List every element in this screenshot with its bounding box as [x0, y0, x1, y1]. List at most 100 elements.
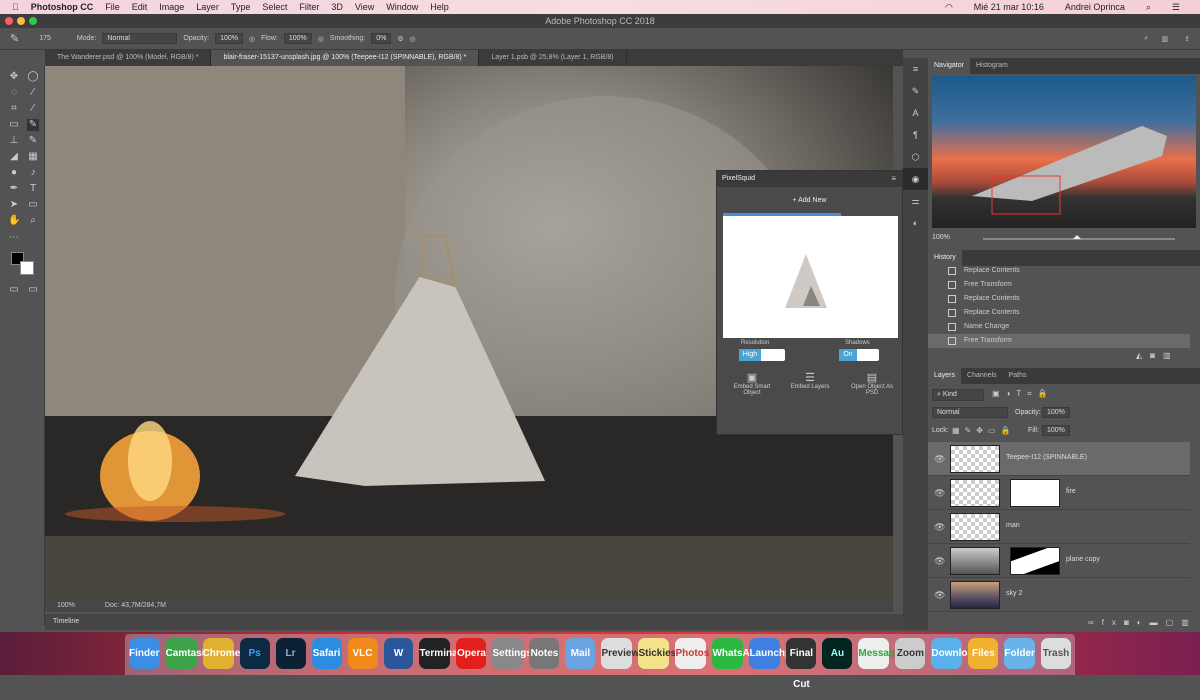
- menu-3d[interactable]: 3D: [331, 2, 343, 12]
- dock-downloads[interactable]: Downloads: [931, 638, 985, 669]
- layer-row[interactable]: 👁 plane copy: [928, 544, 1190, 578]
- panel-menu-icon[interactable]: ≡: [891, 174, 896, 183]
- path-select-icon[interactable]: ➤: [8, 199, 20, 211]
- tab-histogram[interactable]: Histogram: [970, 58, 1014, 74]
- brush-tool-icon[interactable]: ✎: [10, 32, 19, 45]
- add-mask-icon[interactable]: ◙: [1124, 618, 1137, 627]
- history-item-selected[interactable]: Free Transform: [928, 334, 1190, 348]
- blend-mode-select[interactable]: Normal: [932, 407, 1008, 418]
- wifi-icon[interactable]: ◠: [945, 2, 953, 13]
- paragraph-icon[interactable]: ¶: [903, 124, 928, 146]
- tab-navigator[interactable]: Navigator: [928, 58, 970, 74]
- layer-mask[interactable]: [1010, 479, 1060, 507]
- tab-layer1[interactable]: Layer 1.psb @ 25,8% (Layer 1, RGB/8): [479, 50, 627, 66]
- dock-mail[interactable]: Mail: [565, 638, 596, 669]
- dock-whatsapp[interactable]: WhatsApp: [712, 638, 762, 669]
- rectangle-icon[interactable]: ▭: [27, 199, 39, 211]
- ellipse-marquee-icon[interactable]: ◯: [27, 71, 39, 83]
- dock-notes[interactable]: Notes: [529, 638, 560, 669]
- user-name[interactable]: Andrei Oprinca: [1065, 2, 1125, 12]
- pressure-opacity-icon[interactable]: ◎: [249, 35, 255, 43]
- embed-smart-object-button[interactable]: ▣ Embed Smart Object: [727, 371, 777, 396]
- adjustment-icon[interactable]: ◐: [1137, 618, 1150, 627]
- brush-settings-icon[interactable]: ✎: [903, 80, 928, 102]
- dock-safari[interactable]: Safari: [311, 638, 342, 669]
- navigator-zoom-slider[interactable]: [983, 235, 1175, 240]
- history-item[interactable]: Free Transform: [928, 278, 1190, 292]
- dock-messages[interactable]: Messages: [858, 638, 906, 669]
- dock-photos[interactable]: Photos: [675, 638, 709, 669]
- minimize-button[interactable]: [17, 17, 25, 25]
- layer-row[interactable]: 👁 Teepee-I12 (SPINNABLE): [928, 442, 1190, 476]
- visibility-eye-icon[interactable]: 👁: [934, 556, 945, 567]
- tab-wanderer[interactable]: The Wanderer.psd @ 100% (Model, RGB/8) *: [45, 50, 212, 66]
- dock-finder[interactable]: Finder: [129, 638, 160, 669]
- dock-word[interactable]: W: [383, 638, 414, 669]
- opacity-field[interactable]: 100%: [215, 33, 243, 44]
- background-color[interactable]: [20, 261, 34, 275]
- zoom-button[interactable]: [29, 17, 37, 25]
- dock-folder[interactable]: Folder: [1004, 638, 1035, 669]
- navigator-zoom[interactable]: 100%: [932, 234, 950, 241]
- pen-icon[interactable]: ✒: [8, 183, 20, 195]
- tab-blair-fraser[interactable]: blair-fraser-15137-unsplash.jpg @ 100% (…: [211, 50, 480, 66]
- dock-terminal[interactable]: Terminal: [419, 638, 460, 669]
- eraser-icon[interactable]: ◢: [8, 151, 20, 163]
- search-icon[interactable]: ⌕: [1144, 35, 1148, 43]
- dock-launchpad[interactable]: Launchpad: [749, 638, 803, 669]
- lock-icons[interactable]: ▦✎✥▭🔒: [952, 426, 1015, 435]
- history-item[interactable]: Replace Contents: [928, 306, 1190, 320]
- add-new-button[interactable]: + Add New: [717, 197, 902, 204]
- navigator-preview[interactable]: [932, 76, 1196, 228]
- dock-photoshop[interactable]: Ps: [239, 638, 270, 669]
- hand-icon[interactable]: ✋: [8, 215, 20, 227]
- tab-paths[interactable]: Paths: [1003, 368, 1033, 384]
- gear-icon[interactable]: ⚙: [397, 35, 403, 43]
- dock-zoom[interactable]: Zoom: [895, 638, 926, 669]
- mode-select[interactable]: Normal: [102, 33, 178, 44]
- open-as-psd-button[interactable]: ▤ Open Object As PSD: [845, 371, 899, 396]
- visibility-eye-icon[interactable]: 👁: [934, 522, 945, 533]
- visibility-eye-icon[interactable]: 👁: [934, 488, 945, 499]
- pixelsquid-icon[interactable]: ◉: [903, 168, 928, 190]
- layer-filter-icons[interactable]: ▣◑T⌗🔒: [992, 389, 1054, 399]
- dock-stickies[interactable]: Stickies: [638, 638, 676, 669]
- trash-icon[interactable]: ▥: [1163, 351, 1179, 360]
- dock-preview[interactable]: Preview: [601, 638, 639, 669]
- close-button[interactable]: [5, 17, 13, 25]
- menu-filter[interactable]: Filter: [299, 2, 319, 12]
- dock-camtasia[interactable]: Camtasia: [165, 638, 210, 669]
- dock-trash[interactable]: Trash: [1040, 638, 1071, 669]
- share-icon[interactable]: ⇪: [1184, 35, 1190, 43]
- menu-select[interactable]: Select: [262, 2, 287, 12]
- menu-app[interactable]: Photoshop CC: [31, 2, 94, 12]
- dock-finalcut[interactable]: Final Cut: [786, 638, 817, 690]
- menu-image[interactable]: Image: [159, 2, 184, 12]
- new-layer-icon[interactable]: ▢: [1166, 618, 1182, 627]
- delete-layer-icon[interactable]: ▥: [1181, 618, 1197, 627]
- properties-icon[interactable]: ≡: [903, 58, 928, 80]
- menu-type[interactable]: Type: [231, 2, 251, 12]
- blur-icon[interactable]: ●: [8, 167, 20, 179]
- timeline-tab[interactable]: Timeline: [45, 614, 928, 630]
- menu-file[interactable]: File: [105, 2, 120, 12]
- dock-opera[interactable]: Opera: [456, 638, 487, 669]
- dock-vlc[interactable]: VLC: [347, 638, 378, 669]
- history-item[interactable]: Replace Contents: [928, 264, 1190, 278]
- layer-row[interactable]: 👁 fire: [928, 476, 1190, 510]
- dock-audition[interactable]: Au: [822, 638, 853, 669]
- brush-size[interactable]: 175: [39, 35, 51, 42]
- frame-icon[interactable]: ▭: [8, 119, 20, 131]
- flow-field[interactable]: 100%: [283, 33, 312, 44]
- lasso-icon[interactable]: ◌: [8, 87, 20, 99]
- layer-filter-select[interactable]: ⌕ Kind: [932, 389, 984, 401]
- dock-files[interactable]: Files: [968, 638, 999, 669]
- dock-chrome[interactable]: Chrome: [202, 638, 240, 669]
- resolution-toggle[interactable]: High: [739, 349, 785, 361]
- move-tool-icon[interactable]: ✥: [8, 71, 20, 83]
- doc-size[interactable]: Doc: 43,7M/284,7M: [105, 600, 166, 612]
- layer-row[interactable]: 👁 man: [928, 510, 1190, 544]
- tab-channels[interactable]: Channels: [961, 368, 1003, 384]
- visibility-eye-icon[interactable]: 👁: [934, 590, 945, 601]
- tab-layers[interactable]: Layers: [928, 368, 962, 384]
